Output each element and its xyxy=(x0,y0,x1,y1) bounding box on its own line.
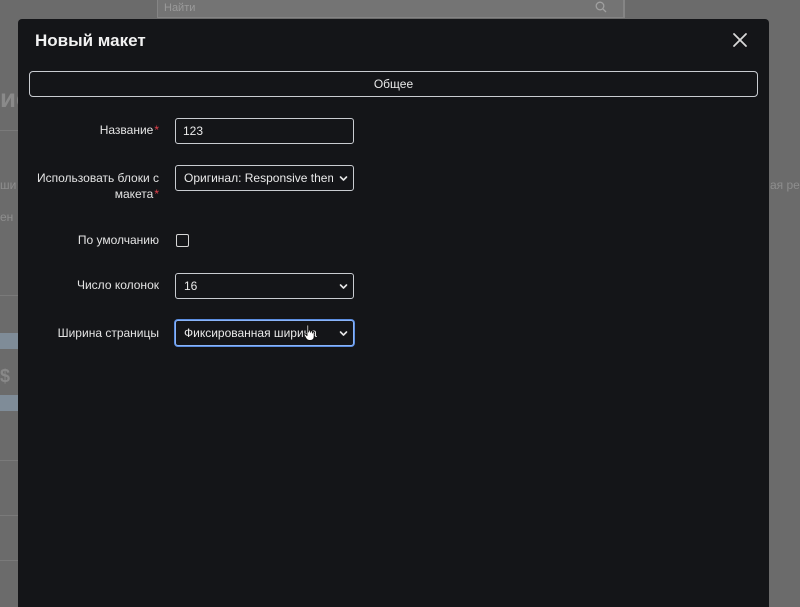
background-text-fragment: ая ре xyxy=(770,178,800,192)
background-divider xyxy=(0,560,18,561)
dialog-header: Новый макет xyxy=(18,19,769,61)
required-mark: * xyxy=(154,123,159,137)
dollar-icon: $ xyxy=(0,366,11,386)
default-label: По умолчанию xyxy=(77,233,159,247)
background-chip xyxy=(0,395,18,411)
page-width-label: Ширина страницы xyxy=(57,326,159,340)
use-blocks-select[interactable]: Оригинал: Responsive theme xyxy=(175,165,354,191)
page-width-select[interactable]: Фиксированная ширина xyxy=(175,320,354,346)
name-input[interactable]: 123 xyxy=(175,118,354,144)
background-chip xyxy=(0,333,18,349)
background-search-placeholder: Найти xyxy=(164,2,196,14)
columns-select[interactable]: 16 xyxy=(175,273,354,299)
name-input-value: 123 xyxy=(183,124,204,138)
columns-selected: 16 xyxy=(184,279,198,293)
background-text-fragment: ши xyxy=(0,178,17,192)
use-blocks-selected: Оригинал: Responsive theme xyxy=(184,171,333,185)
background-divider xyxy=(0,515,18,516)
background-text-fragment: ен xyxy=(0,210,14,224)
background-search-bar: Найти xyxy=(157,0,624,18)
close-icon[interactable] xyxy=(729,29,751,51)
hand-cursor-icon xyxy=(303,324,315,341)
background-divider xyxy=(0,460,18,461)
use-blocks-label-text: Использовать блоки с макета xyxy=(37,171,159,201)
dialog-title: Новый макет xyxy=(35,31,146,50)
background-divider xyxy=(0,295,18,296)
columns-label: Число колонок xyxy=(76,278,159,292)
required-mark: * xyxy=(154,187,159,201)
use-blocks-label: Использовать блоки с макета* xyxy=(18,170,159,202)
name-label: Название* xyxy=(18,122,159,138)
background-divider xyxy=(0,130,18,131)
background-divider xyxy=(624,0,625,18)
chevron-down-icon xyxy=(339,176,348,181)
page-width-selected: Фиксированная ширина xyxy=(184,326,317,340)
new-layout-dialog: Новый макет Общее Название* 123 Использо… xyxy=(18,19,769,607)
search-icon xyxy=(595,1,607,13)
chevron-down-icon xyxy=(339,284,348,289)
chevron-down-icon xyxy=(339,331,348,336)
default-checkbox[interactable] xyxy=(176,234,189,247)
name-label-text: Название xyxy=(99,123,154,137)
tab-general[interactable]: Общее xyxy=(29,71,758,97)
